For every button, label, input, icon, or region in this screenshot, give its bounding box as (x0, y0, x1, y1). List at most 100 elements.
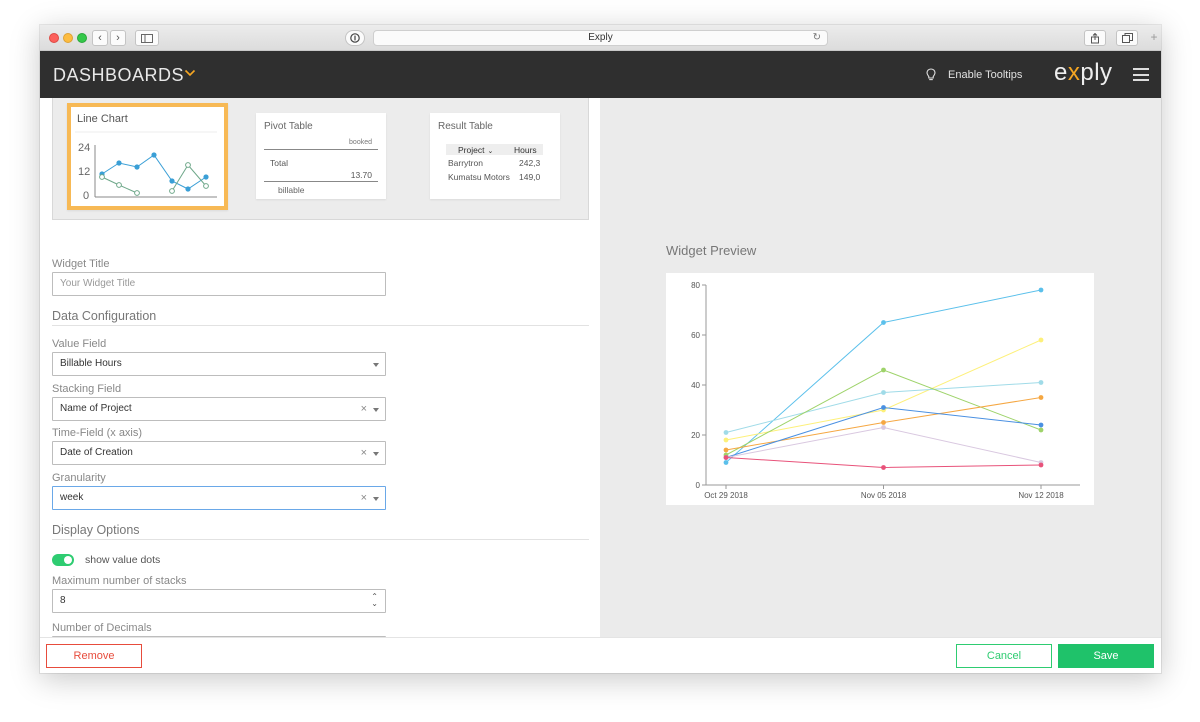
widget-title-label: Widget Title (52, 258, 110, 270)
save-button[interactable]: Save (1058, 644, 1154, 668)
enable-tooltips-button[interactable]: Enable Tooltips (926, 66, 1022, 84)
stacking-field-select[interactable]: Name of Project × (52, 397, 386, 421)
cancel-button[interactable]: Cancel (956, 644, 1052, 668)
data-point (881, 465, 886, 470)
footer-bar: Remove Cancel Save (40, 637, 1161, 673)
pivot-col-header: booked (349, 139, 372, 146)
dashboards-menu-title[interactable]: DASHBOARDS (53, 65, 184, 86)
result-col-hours: Hours (514, 145, 537, 155)
close-window-button[interactable] (49, 33, 59, 43)
chevron-right-icon: › (116, 32, 120, 44)
y-tick-label: 60 (691, 331, 700, 340)
sidebar-toggle-button[interactable] (135, 30, 159, 46)
result-row-hours: 149,0 (519, 172, 541, 182)
result-row-project: Kumatsu Motors (448, 172, 510, 182)
widget-preview-title: Widget Preview (666, 243, 757, 258)
series-line (725, 339, 1042, 441)
data-point (723, 447, 729, 453)
series-line (725, 406, 1042, 458)
result-row-hours: 242,3 (519, 158, 541, 168)
widget-preview-panel: Widget Preview 0 20 40 60 80 Oct 29 2018 Nov 0… (600, 98, 1161, 637)
data-point (881, 425, 886, 430)
back-button[interactable]: ‹ (92, 30, 108, 46)
chevron-down-icon[interactable] (184, 67, 196, 79)
remove-button[interactable]: Remove (46, 644, 142, 668)
line-chart-card-title: Line Chart (77, 113, 128, 125)
hamburger-menu-icon[interactable] (1133, 68, 1149, 81)
maximize-window-button[interactable] (77, 33, 87, 43)
exply-logo: exply (1054, 59, 1113, 86)
lightbulb-icon (926, 68, 936, 81)
stacking-field-label: Stacking Field (52, 383, 122, 395)
decimals-label: Number of Decimals (52, 622, 152, 634)
caret-down-icon (373, 497, 379, 501)
data-point (881, 420, 886, 425)
widget-type-line-chart[interactable]: Line Chart 24 12 0 (67, 103, 228, 210)
reload-icon[interactable]: ↻ (813, 31, 821, 45)
new-tab-button[interactable]: + (1147, 30, 1161, 52)
y-tick-label: 80 (691, 281, 700, 290)
preview-line-chart: 0 20 40 60 80 Oct 29 2018 Nov 05 2018 Nov 12 20… (691, 281, 1080, 500)
data-point (723, 455, 729, 460)
svg-text:24: 24 (78, 142, 90, 154)
data-point (1038, 395, 1044, 400)
data-point (881, 320, 886, 325)
data-point (1038, 287, 1044, 293)
widget-type-result-table[interactable]: Result Table Project ⌄ Hours Barrytron 24… (430, 113, 560, 199)
caret-down-icon (373, 452, 379, 456)
max-stacks-label: Maximum number of stacks (52, 575, 187, 587)
max-stacks-input[interactable]: 8 ⌃ ⌄ (52, 589, 386, 613)
privacy-button[interactable] (345, 30, 365, 46)
data-point (1038, 380, 1044, 385)
granularity-select[interactable]: week × (52, 486, 386, 510)
caret-down-icon (373, 363, 379, 367)
y-tick-label: 0 (696, 481, 701, 490)
series-line (725, 426, 1042, 463)
pivot-table-card-title: Pivot Table (264, 121, 313, 132)
widget-type-pivot-table[interactable]: Pivot Table booked Total 13.70 billable (256, 113, 386, 199)
share-button[interactable] (1084, 30, 1106, 46)
stepper-icon[interactable]: ⌃ ⌄ (371, 593, 378, 608)
enable-tooltips-label: Enable Tooltips (948, 69, 1023, 81)
clear-icon[interactable]: × (361, 398, 367, 420)
data-configuration-heading: Data Configuration (52, 309, 157, 323)
x-tick-label: Nov 05 2018 (861, 491, 907, 500)
result-table-card-title: Result Table (438, 121, 493, 132)
display-options-heading: Display Options (52, 523, 140, 537)
sidebar-icon (141, 34, 153, 43)
widget-preview-card: 0 20 40 60 80 Oct 29 2018 Nov 05 2018 Nov 12 20… (666, 273, 1094, 505)
forward-button[interactable]: › (110, 30, 126, 46)
granularity-label: Granularity (52, 472, 106, 484)
pivot-value: 13.70 (350, 170, 372, 180)
show-value-dots-toggle[interactable] (52, 554, 74, 566)
minimize-window-button[interactable] (63, 33, 73, 43)
result-col-project: Project ⌄ (458, 145, 494, 155)
x-tick-label: Nov 12 2018 (1018, 491, 1064, 500)
svg-text:0: 0 (83, 190, 89, 202)
chevron-left-icon: ‹ (98, 32, 102, 44)
url-text: Exply (588, 32, 613, 43)
line-chart-thumbnail: 24 12 0 (75, 131, 217, 202)
data-point (1038, 462, 1044, 468)
widget-title-input[interactable]: Your Widget Title (52, 272, 386, 296)
data-point (723, 437, 729, 443)
result-row-project: Barrytron (448, 158, 483, 168)
time-field-select[interactable]: Date of Creation × (52, 441, 386, 465)
time-field-label: Time-Field (x axis) (52, 427, 143, 439)
data-point (723, 430, 729, 435)
caret-down-icon (373, 408, 379, 412)
app-header: DASHBOARDS Enable Tooltips exply (40, 51, 1161, 98)
data-point (881, 367, 886, 373)
tabs-icon (1121, 33, 1133, 43)
value-field-label: Value Field (52, 338, 107, 350)
data-point (723, 460, 729, 465)
clear-icon[interactable]: × (361, 442, 367, 464)
widget-type-gallery: Line Chart 24 12 0 Pivot Table booked To… (52, 98, 589, 220)
browser-window: ‹ › Exply ↻ + DASHBOARDS Enable Tooltips… (40, 25, 1161, 673)
data-point (1038, 337, 1044, 343)
tabs-button[interactable] (1116, 30, 1138, 46)
browser-toolbar: ‹ › Exply ↻ + (40, 25, 1161, 51)
value-field-select[interactable]: Billable Hours (52, 352, 386, 376)
address-bar[interactable]: Exply ↻ (373, 30, 828, 46)
clear-icon[interactable]: × (361, 487, 367, 509)
